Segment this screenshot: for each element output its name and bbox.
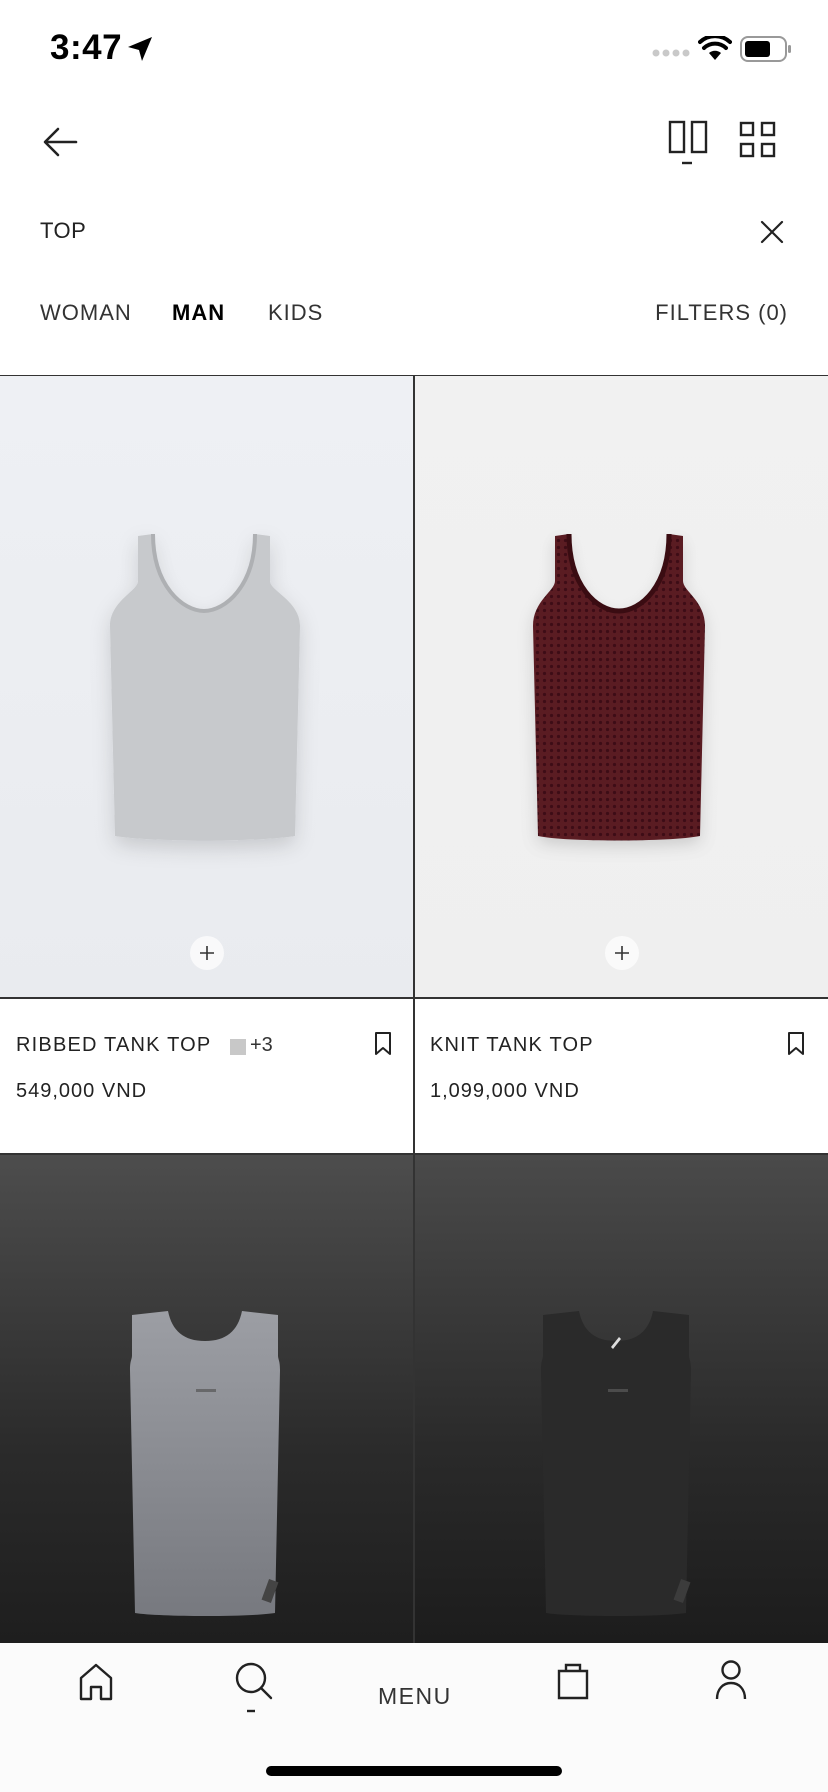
- cellular-signal-icon: [652, 49, 690, 57]
- grey-athletic-tank-illustration: [130, 1311, 280, 1616]
- status-time: 3:47: [50, 28, 123, 67]
- add-to-cart-button[interactable]: [605, 936, 639, 970]
- home-icon[interactable]: [76, 1661, 116, 1703]
- close-icon[interactable]: [758, 218, 786, 246]
- product-price: 549,000 VND: [16, 1080, 148, 1102]
- top-toolbar: [0, 100, 828, 190]
- two-column-view-icon[interactable]: [668, 120, 708, 176]
- tab-kids[interactable]: KIDS: [268, 300, 323, 326]
- plus-icon: [200, 946, 214, 960]
- battery-icon: [740, 36, 791, 62]
- status-bar: 3:47: [0, 0, 828, 100]
- bookmark-icon[interactable]: [372, 1031, 394, 1057]
- product-card-info[interactable]: KNIT TANK TOP 1,099,000 VND: [415, 999, 828, 1153]
- user-icon[interactable]: [714, 1659, 748, 1701]
- shopping-bag-icon[interactable]: [556, 1661, 590, 1701]
- tab-woman[interactable]: WOMAN: [40, 300, 132, 326]
- search-bar[interactable]: TOP: [0, 200, 828, 264]
- four-column-view-icon[interactable]: [738, 120, 778, 160]
- grey-tank-top-illustration: [110, 533, 300, 841]
- product-name[interactable]: KNIT TANK TOP: [430, 1034, 594, 1057]
- product-image-grey-athletic-tank[interactable]: [0, 1155, 413, 1643]
- home-indicator: [266, 1766, 562, 1776]
- filters-button[interactable]: FILTERS (0): [655, 300, 788, 326]
- category-tabs: WOMAN MAN KIDS FILTERS (0): [0, 290, 828, 340]
- menu-button[interactable]: MENU: [378, 1683, 452, 1710]
- more-colors-count: +3: [250, 1034, 273, 1056]
- product-card-info[interactable]: RIBBED TANK TOP +3 549,000 VND: [0, 999, 413, 1153]
- product-image-knit-tank-top[interactable]: [415, 376, 828, 998]
- product-price: 1,099,000 VND: [430, 1080, 580, 1102]
- search-icon[interactable]: [232, 1659, 276, 1717]
- plus-icon: [615, 946, 629, 960]
- location-arrow-icon: [128, 37, 152, 61]
- bookmark-icon[interactable]: [785, 1031, 807, 1057]
- burgundy-tank-top-illustration: [533, 533, 705, 841]
- product-image-black-athletic-tank[interactable]: [415, 1155, 828, 1643]
- tab-man[interactable]: MAN: [172, 300, 225, 326]
- color-swatch: [230, 1039, 246, 1055]
- search-input[interactable]: TOP: [40, 218, 86, 244]
- product-image-ribbed-tank-top[interactable]: [0, 376, 413, 998]
- product-name[interactable]: RIBBED TANK TOP: [16, 1034, 211, 1057]
- back-arrow-icon[interactable]: [40, 122, 80, 162]
- wifi-icon: [698, 36, 732, 60]
- black-athletic-tank-illustration: [541, 1311, 691, 1616]
- add-to-cart-button[interactable]: [190, 936, 224, 970]
